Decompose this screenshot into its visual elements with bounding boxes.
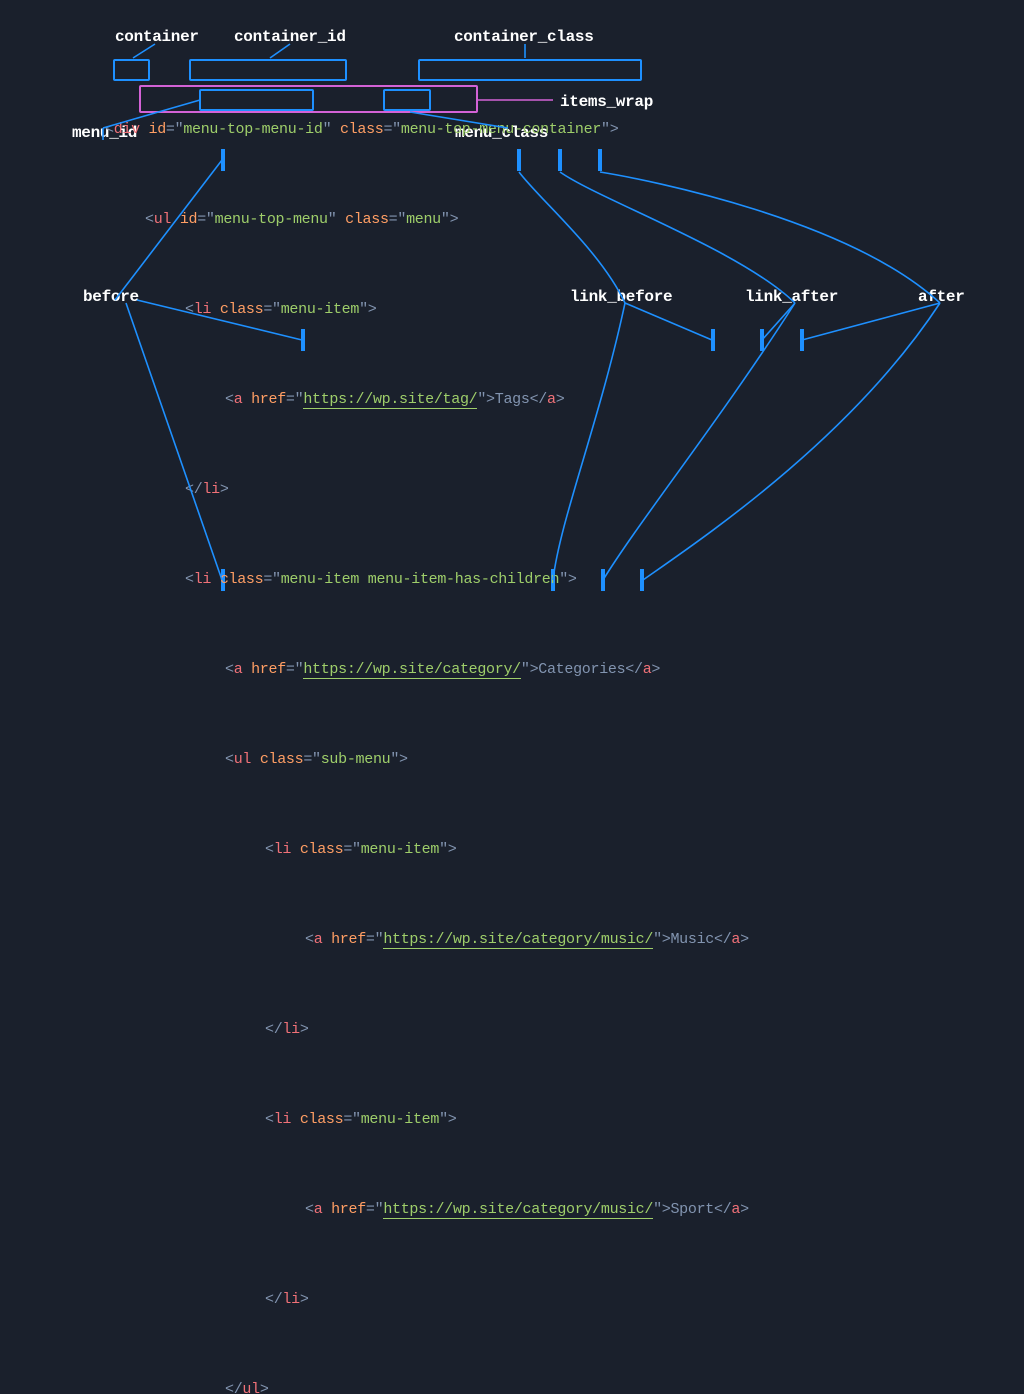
label-container: container [115,22,199,52]
marker-after-music [800,329,804,351]
label-after: after [918,282,965,312]
label-container-id: container_id [234,22,346,52]
marker-linkafter-music [760,329,764,351]
label-container-class: container_class [454,22,594,52]
label-link-after: link_after [745,282,838,312]
code-block: <div id="menu-top-menu-id" class="menu-t… [105,55,749,1394]
